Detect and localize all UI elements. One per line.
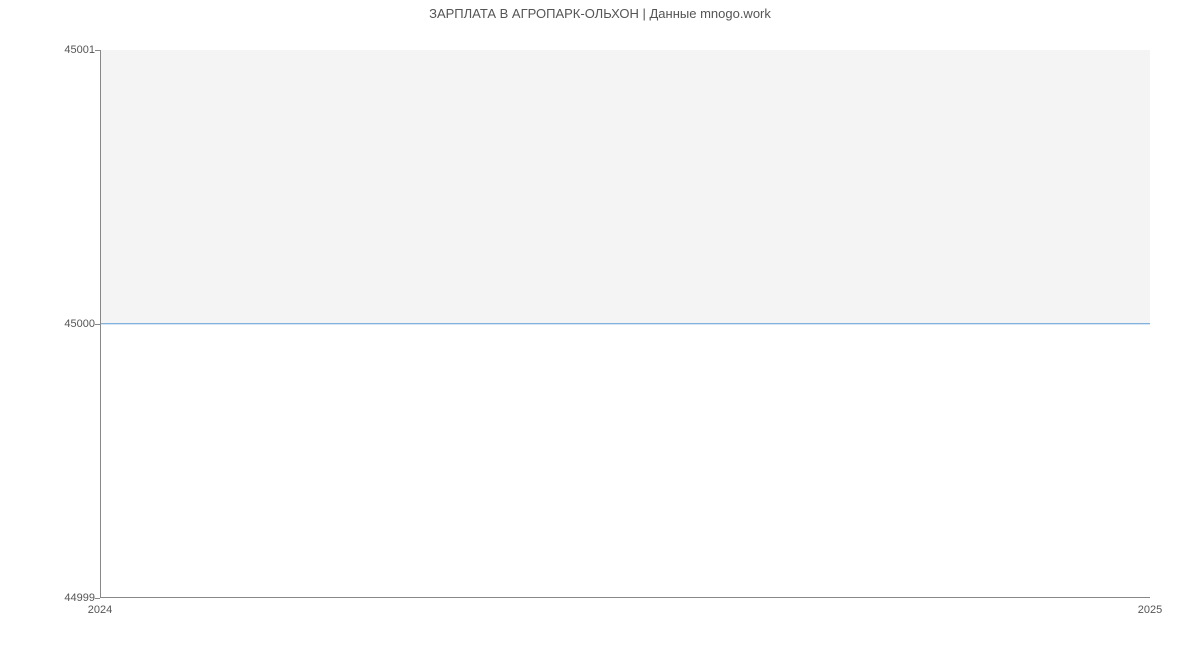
plot-area: [100, 50, 1150, 598]
y-axis: [100, 50, 101, 598]
y-tick-label: 45001: [55, 44, 95, 56]
y-tick-mark: [95, 598, 100, 599]
x-tick-label: 2025: [1138, 604, 1162, 616]
y-tick-label: 44999: [55, 592, 95, 604]
data-line: [100, 323, 1150, 324]
x-axis: [100, 597, 1150, 598]
x-tick-label: 2024: [88, 604, 112, 616]
y-tick-mark: [95, 50, 100, 51]
y-tick-mark: [95, 324, 100, 325]
plot-background-lower: [100, 324, 1150, 598]
plot-background-upper: [100, 50, 1150, 324]
chart-title: ЗАРПЛАТА В АГРОПАРК-ОЛЬХОН | Данные mnog…: [0, 6, 1200, 21]
y-tick-label: 45000: [55, 318, 95, 330]
